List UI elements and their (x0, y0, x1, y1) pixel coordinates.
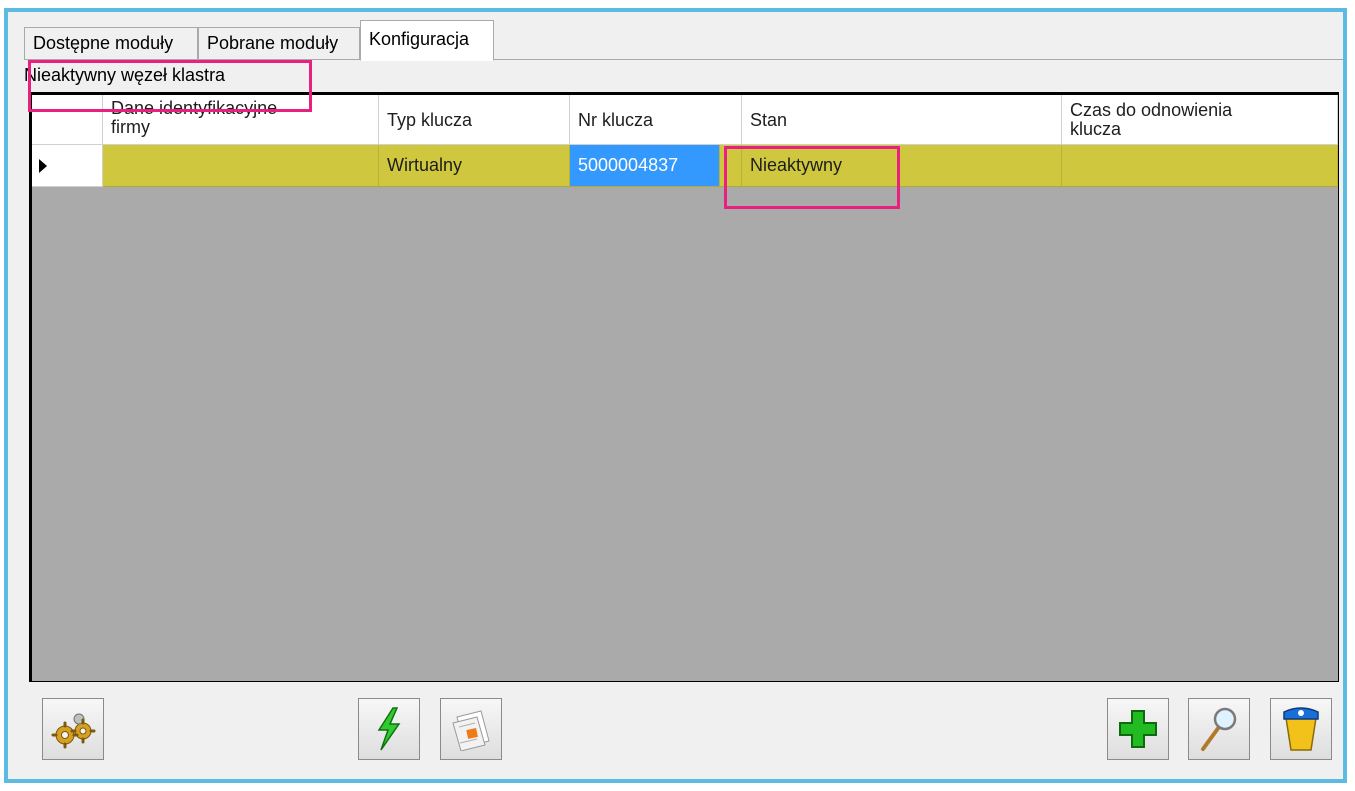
cell-renewal[interactable] (1062, 145, 1338, 187)
tab-strip: Dostępne moduły Pobrane moduły Konfigura… (8, 12, 1343, 61)
activate-button[interactable] (358, 698, 420, 760)
lightning-icon (377, 707, 401, 751)
cell-key-number[interactable]: 5000004837 (570, 145, 720, 187)
cell-firm[interactable] (103, 145, 379, 187)
add-button[interactable] (1107, 698, 1169, 760)
column-header-key-number[interactable]: Nr klucza (570, 95, 742, 145)
magnifier-icon (1201, 707, 1237, 751)
column-header-firm[interactable]: Dane identyfikacyjne firmy (103, 95, 379, 145)
cell-key-number-pad (720, 145, 742, 187)
column-header-key-type[interactable]: Typ klucza (379, 95, 570, 145)
column-header-firm-line1: Dane identyfikacyjne (111, 98, 278, 118)
column-header-renewal-line1: Czas do odnowienia (1070, 100, 1233, 120)
column-header-firm-line2: firmy (111, 117, 150, 137)
gears-icon (51, 713, 96, 749)
cell-state[interactable]: Nieaktywny (742, 145, 1062, 187)
documents-button[interactable] (440, 698, 502, 760)
grid-corner-header (32, 95, 103, 145)
recycle-bin-icon (1283, 707, 1319, 751)
keys-grid[interactable]: Dane identyfikacyjne firmy Typ klucza Nr… (29, 92, 1339, 682)
tab-pobrane-moduly[interactable]: Pobrane moduły (198, 27, 360, 59)
cell-key-type[interactable]: Wirtualny (379, 145, 570, 187)
plus-icon (1119, 710, 1157, 748)
column-header-renewal-line2: klucza (1070, 119, 1122, 139)
settings-button[interactable] (42, 698, 104, 760)
section-label: Nieaktywny węzeł klastra (24, 65, 226, 85)
documents-icon (452, 710, 490, 751)
tab-konfiguracja[interactable]: Konfiguracja (360, 20, 494, 61)
current-row-arrow-icon (39, 159, 47, 173)
tab-strip-divider (24, 59, 1343, 60)
delete-button[interactable] (1270, 698, 1332, 760)
column-header-renewal[interactable]: Czas do odnowienia klucza (1062, 95, 1338, 145)
column-header-state[interactable]: Stan (742, 95, 1062, 145)
row-header[interactable] (32, 145, 103, 187)
search-button[interactable] (1188, 698, 1250, 760)
tab-dostepne-moduly[interactable]: Dostępne moduły (24, 27, 198, 59)
